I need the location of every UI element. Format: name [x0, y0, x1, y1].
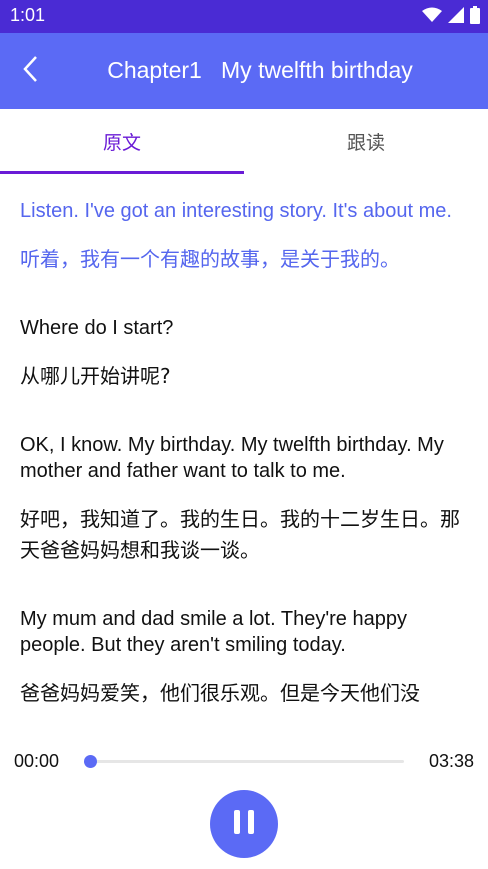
tab-follow-reading[interactable]: 跟读 — [244, 109, 488, 174]
signal-icon — [448, 7, 464, 27]
pause-button[interactable] — [210, 790, 278, 858]
transcript-item[interactable]: My mum and dad smile a lot. They're happ… — [20, 606, 468, 709]
tab-original-text[interactable]: 原文 — [0, 109, 244, 174]
english-sentence: OK, I know. My birthday. My twelfth birt… — [20, 434, 444, 482]
status-time: 1:01 — [10, 5, 46, 25]
progress-slider[interactable] — [84, 755, 404, 768]
audio-player: 00:00 03:38 — [0, 732, 488, 869]
page-title: Chapter1 My twelfth birthday — [107, 57, 413, 83]
tab-bar: 原文 跟读 — [0, 109, 488, 174]
transcript-item[interactable]: Where do I start? 从哪儿开始讲呢? — [20, 315, 468, 392]
chinese-translation: 好吧，我知道了。我的生日。我的十二岁生日。那天爸爸妈妈想和我谈一谈。 — [20, 507, 460, 562]
battery-icon — [470, 6, 480, 28]
status-bar: 1:01 — [0, 0, 488, 33]
status-icons — [422, 6, 480, 28]
chinese-translation: 爸爸妈妈爱笑，他们很乐观。但是今天他们没 — [20, 681, 420, 705]
pause-icon — [232, 809, 256, 839]
transcript-list[interactable]: Listen. I've got an interesting story. I… — [0, 174, 488, 732]
app-bar: Chapter1 My twelfth birthday — [0, 33, 488, 109]
chinese-translation: 从哪儿开始讲呢? — [20, 364, 171, 388]
total-time: 03:38 — [428, 751, 474, 771]
transcript-item[interactable]: OK, I know. My birthday. My twelfth birt… — [20, 432, 468, 566]
progress-thumb[interactable] — [84, 755, 97, 768]
chinese-translation: 听着，我有一个有趣的故事，是关于我的。 — [20, 247, 400, 271]
wifi-icon — [422, 7, 442, 27]
transcript-item[interactable]: Listen. I've got an interesting story. I… — [20, 198, 468, 275]
current-time: 00:00 — [14, 751, 60, 771]
english-sentence: Listen. I've got an interesting story. I… — [20, 200, 452, 222]
english-sentence: Where do I start? — [20, 317, 174, 339]
english-sentence: My mum and dad smile a lot. They're happ… — [20, 608, 407, 656]
